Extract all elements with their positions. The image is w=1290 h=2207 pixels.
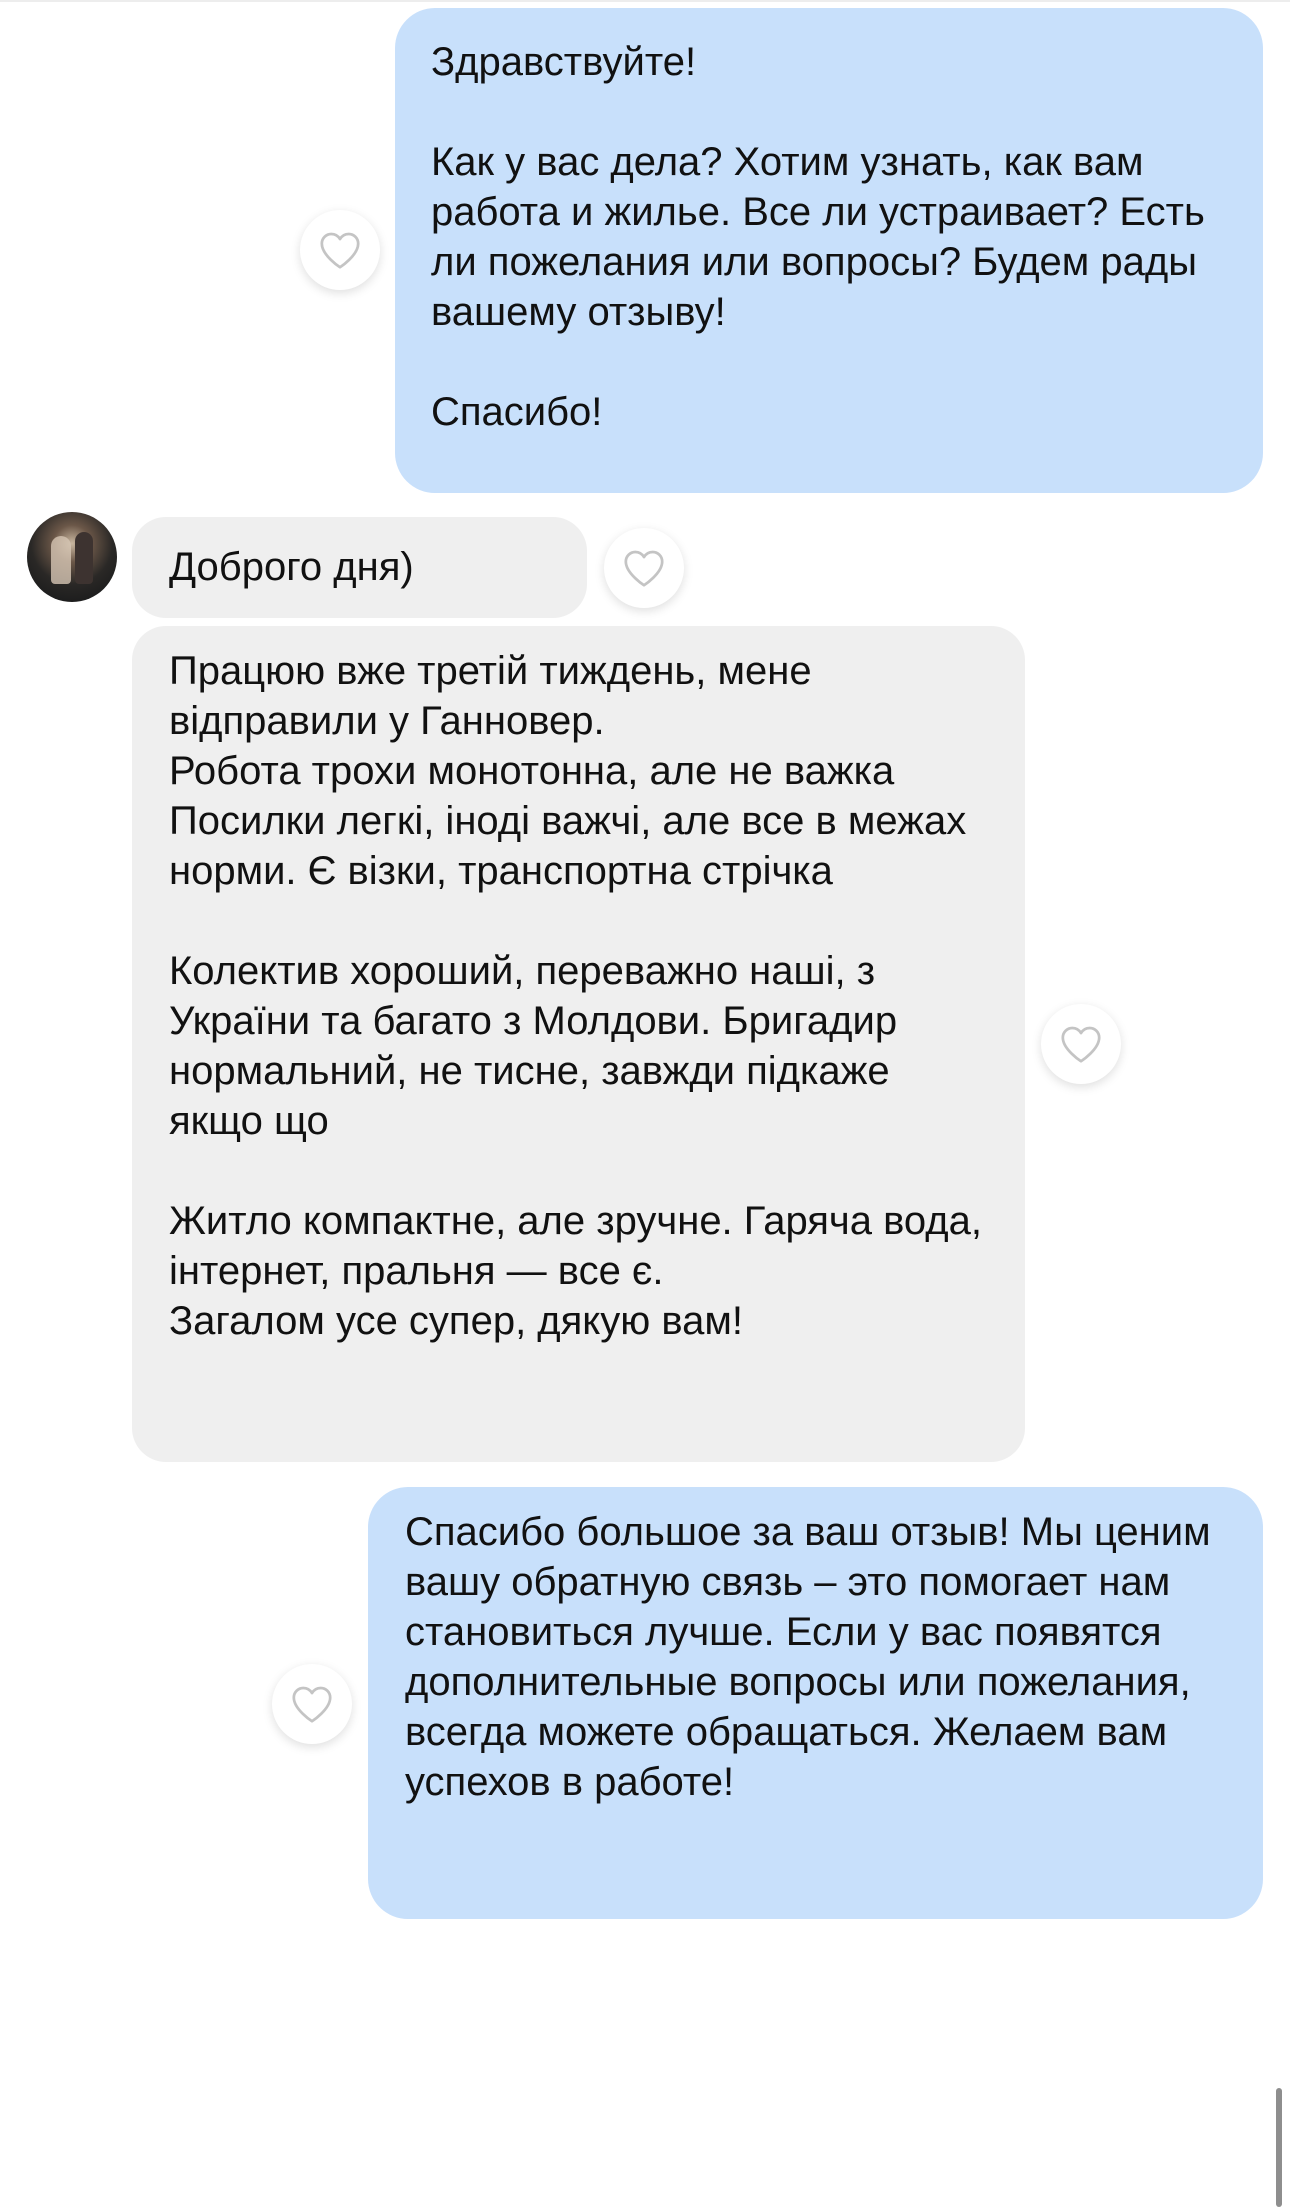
incoming-message-bubble[interactable]: Доброго дня): [132, 517, 587, 618]
like-button[interactable]: [272, 1664, 352, 1744]
top-divider: [0, 0, 1290, 2]
heart-outline-icon: [1061, 1026, 1101, 1063]
like-button[interactable]: [300, 210, 380, 290]
like-button[interactable]: [1041, 1004, 1121, 1084]
heart-outline-icon: [320, 232, 360, 269]
like-button[interactable]: [604, 528, 684, 608]
outgoing-message-bubble[interactable]: Спасибо большое за ваш отзыв! Мы ценим в…: [368, 1487, 1263, 1919]
scrollbar-thumb[interactable]: [1276, 2088, 1282, 2207]
heart-outline-icon: [292, 1686, 332, 1723]
heart-outline-icon: [624, 550, 664, 587]
incoming-message-bubble[interactable]: Працюю вже третій тиждень, мене відправи…: [132, 626, 1025, 1462]
sender-avatar[interactable]: [27, 512, 117, 602]
outgoing-message-bubble[interactable]: Здравствуйте! Как у вас дела? Хотим узна…: [395, 8, 1263, 493]
